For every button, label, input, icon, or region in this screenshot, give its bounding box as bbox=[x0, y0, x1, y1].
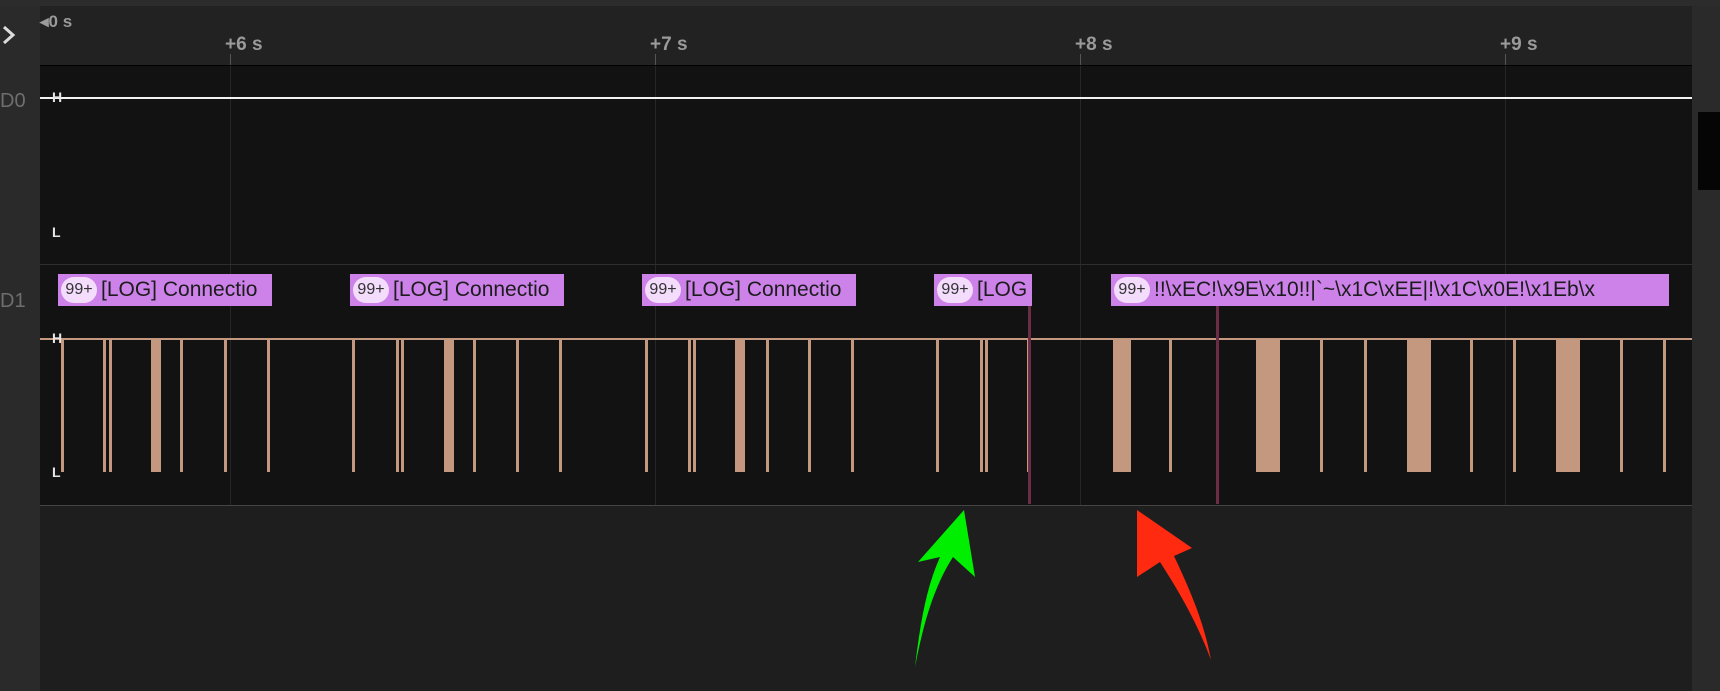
red-arrow-icon bbox=[1137, 510, 1211, 660]
green-arrow-icon bbox=[915, 510, 975, 667]
callout-arrows bbox=[915, 510, 1211, 667]
